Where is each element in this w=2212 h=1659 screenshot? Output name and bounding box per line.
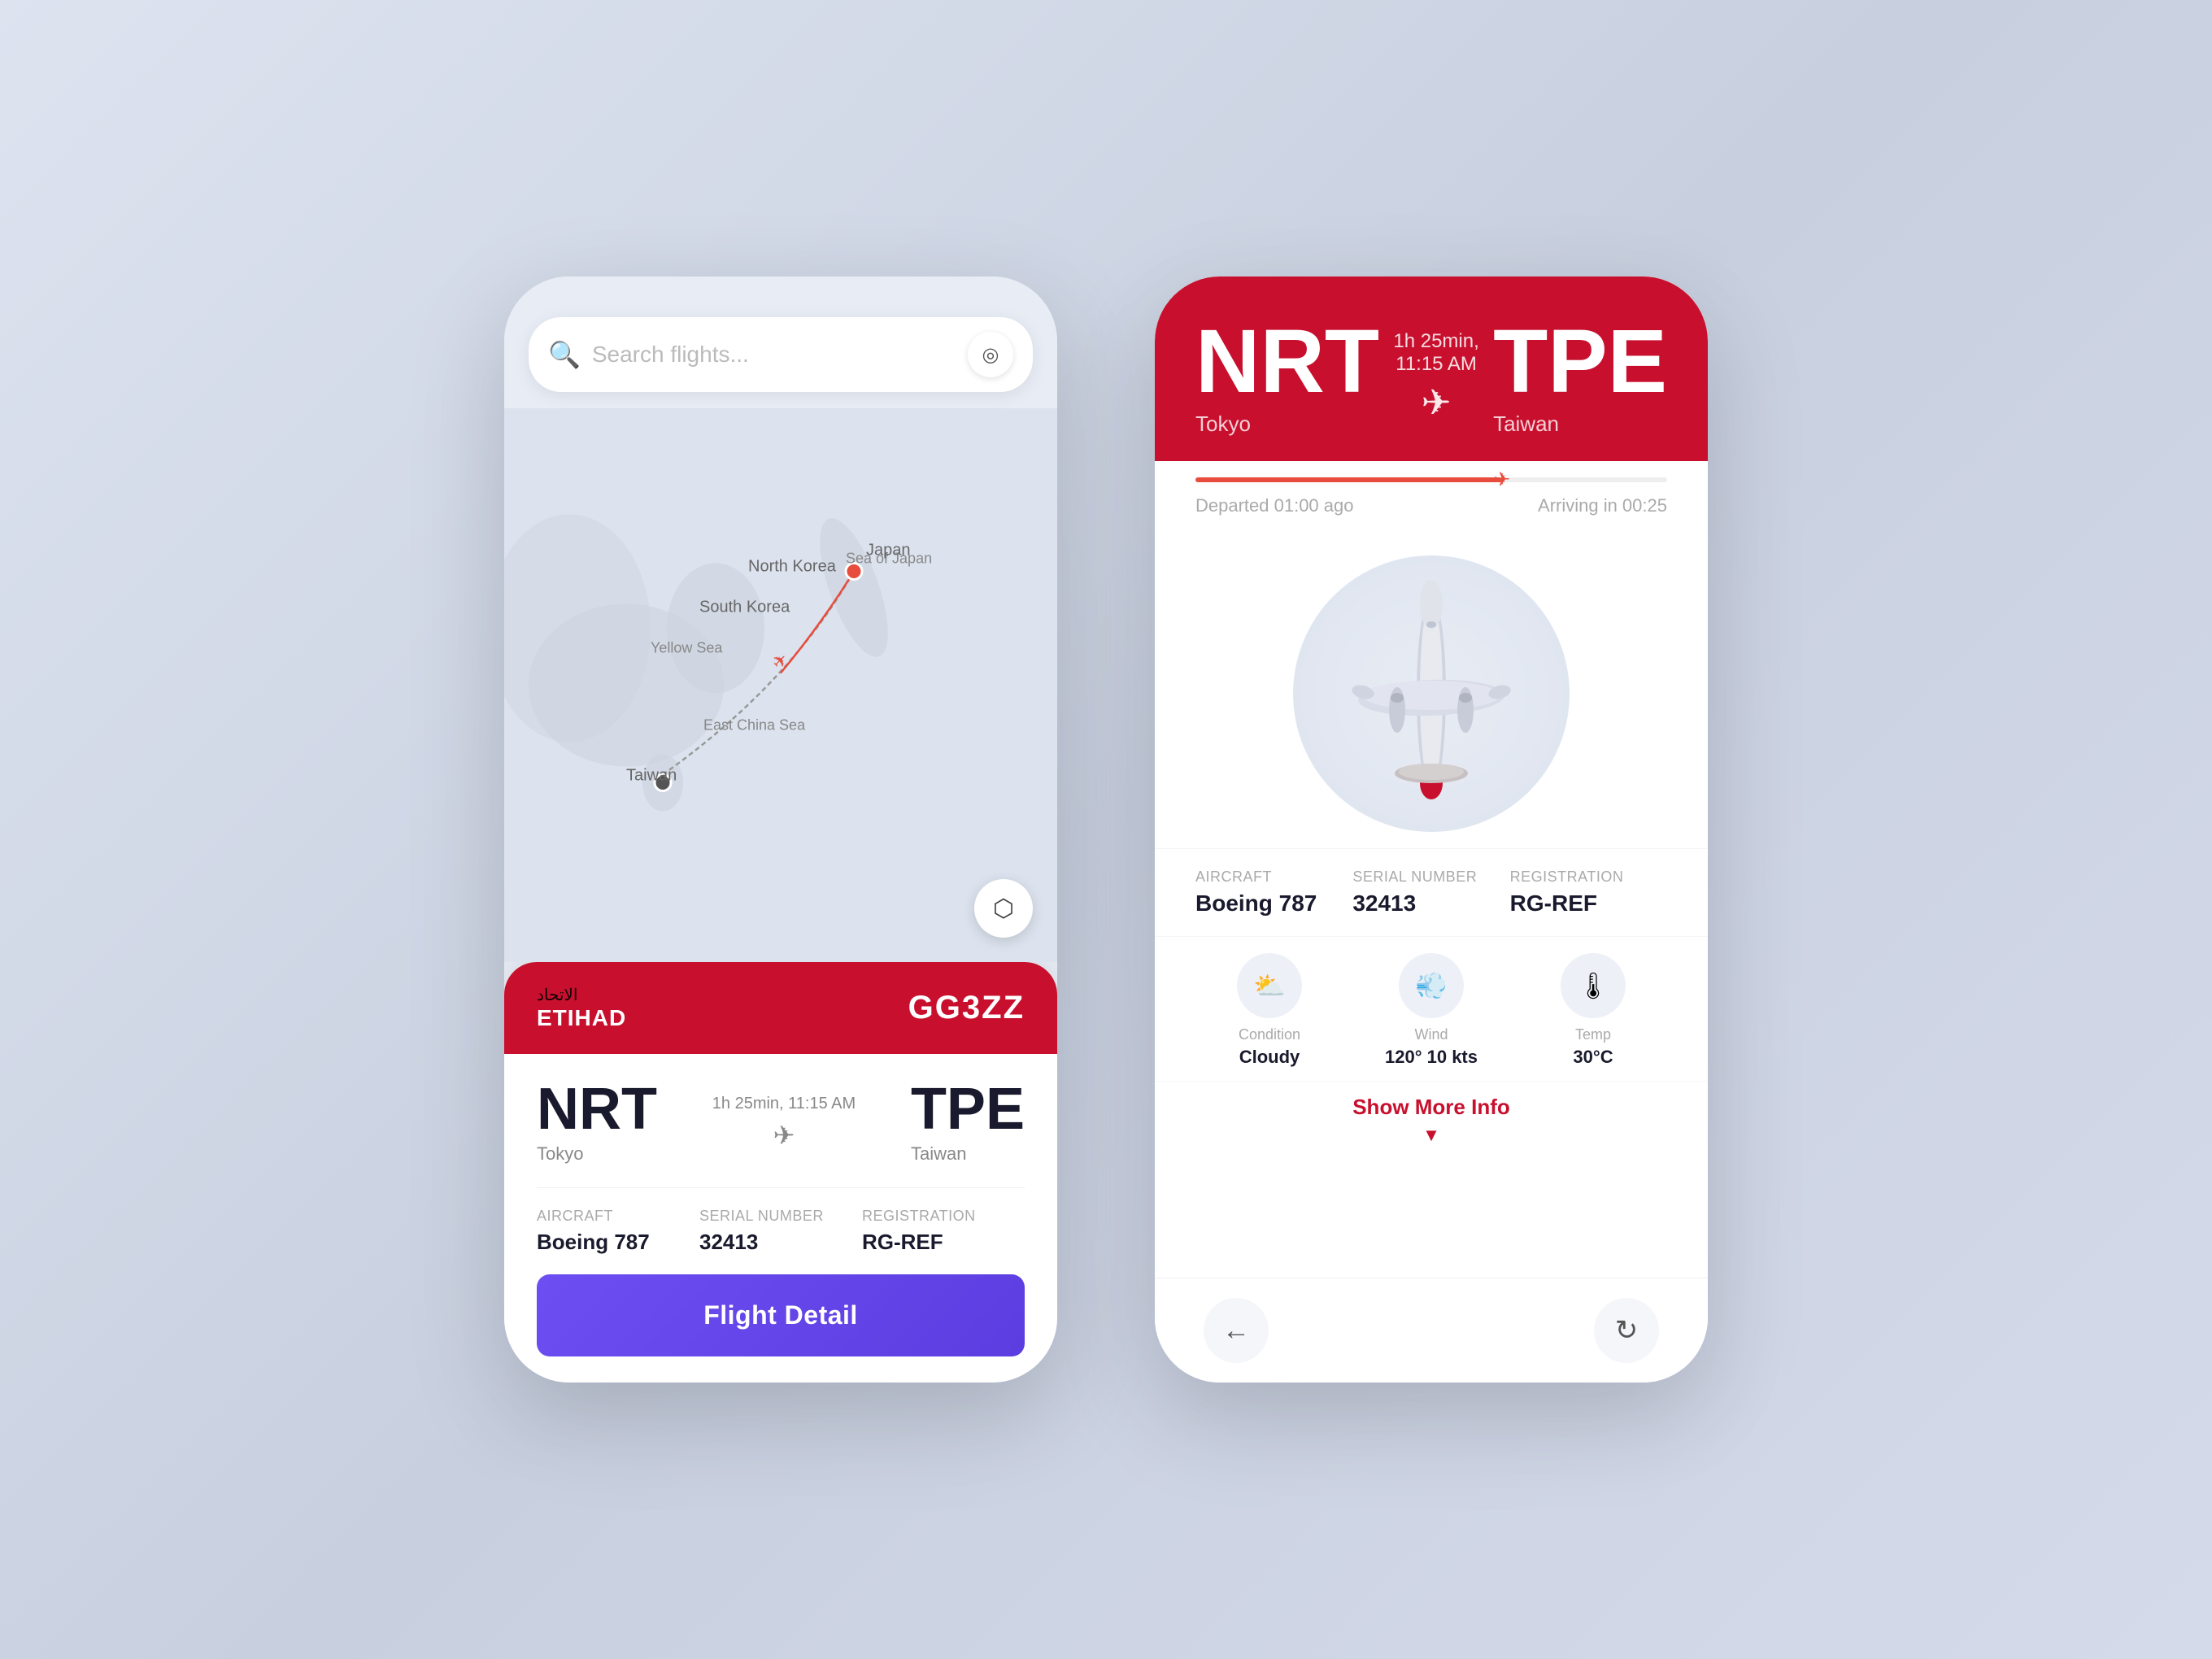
forward-button[interactable]: ↻ bbox=[1594, 1298, 1659, 1363]
aircraft-value: Boeing 787 bbox=[537, 1230, 699, 1255]
weather-section: ⛅ Condition Cloudy 💨 Wind 120° 10 kts 🌡 … bbox=[1155, 936, 1708, 1081]
svg-text:North Korea: North Korea bbox=[748, 558, 837, 576]
stat-serial-value: 32413 bbox=[1352, 890, 1509, 917]
svg-text:East China Sea: East China Sea bbox=[703, 717, 806, 734]
origin-code: NRT bbox=[537, 1080, 657, 1139]
stat-reg-value: RG-REF bbox=[1510, 890, 1667, 917]
condition-icon: ⛅ bbox=[1237, 953, 1302, 1018]
aircraft-circle bbox=[1293, 555, 1570, 832]
wind-icon: 💨 bbox=[1399, 953, 1464, 1018]
layers-button[interactable]: ⬡ bbox=[974, 879, 1033, 938]
flight-detail-button[interactable]: Flight Detail bbox=[537, 1274, 1025, 1356]
svg-text:Taiwan: Taiwan bbox=[626, 767, 677, 785]
flight-card: الاتحاد ETIHAD GG3ZZ NRT Tokyo 1h 25min,… bbox=[504, 962, 1057, 1382]
detail-dest: TPE Taiwan bbox=[1493, 317, 1667, 437]
aircraft-info: AIRCRAFT Boeing 787 SERIAL NUMBER 32413 … bbox=[537, 1187, 1025, 1255]
weather-temp: 🌡 Temp 30°C bbox=[1561, 953, 1626, 1068]
stat-serial-label: SERIAL NUMBER bbox=[1352, 869, 1509, 886]
plane-topdown-svg bbox=[1350, 572, 1513, 816]
detail-origin: NRT Tokyo bbox=[1195, 317, 1379, 437]
progress-labels: Departed 01:00 ago Arriving in 00:25 bbox=[1195, 495, 1667, 516]
progress-bar: ✈ bbox=[1195, 477, 1667, 482]
temp-icon: 🌡 bbox=[1561, 953, 1626, 1018]
aircraft-visual bbox=[1155, 539, 1708, 848]
stat-aircraft: AIRCRAFT Boeing 787 bbox=[1195, 869, 1352, 917]
forward-icon: ↻ bbox=[1615, 1314, 1639, 1347]
aircraft-col: AIRCRAFT Boeing 787 bbox=[537, 1208, 699, 1255]
card-body: NRT Tokyo 1h 25min, 11:15 AM ✈ TPE Taiwa… bbox=[504, 1054, 1057, 1382]
stat-serial: SERIAL NUMBER 32413 bbox=[1352, 869, 1509, 917]
detail-dest-code: TPE bbox=[1493, 317, 1667, 407]
flight-number: GG3ZZ bbox=[908, 990, 1025, 1026]
serial-label: SERIAL NUMBER bbox=[699, 1208, 862, 1225]
stat-reg: REGISTRATION RG-REF bbox=[1510, 869, 1667, 917]
serial-value: 32413 bbox=[699, 1230, 862, 1255]
arriving-label: Arriving in 00:25 bbox=[1538, 495, 1667, 516]
map-area: ✈ North Korea South Korea Yellow Sea Sea… bbox=[504, 408, 1057, 962]
card-header: الاتحاد ETIHAD GG3ZZ bbox=[504, 962, 1057, 1054]
reg-value: RG-REF bbox=[862, 1230, 1025, 1255]
reg-col: REGISTRATION RG-REF bbox=[862, 1208, 1025, 1255]
detail-dest-city: Taiwan bbox=[1493, 411, 1667, 437]
wind-value: 120° 10 kts bbox=[1385, 1047, 1478, 1068]
detail-plane-icon: ✈ bbox=[1379, 382, 1493, 424]
origin: NRT Tokyo bbox=[537, 1080, 657, 1165]
flight-duration: 1h 25min, 11:15 AM bbox=[712, 1095, 856, 1113]
reg-label: REGISTRATION bbox=[862, 1208, 1025, 1225]
dest-city: Taiwan bbox=[911, 1143, 1025, 1165]
stat-aircraft-label: AIRCRAFT bbox=[1195, 869, 1352, 886]
search-input[interactable]: Search flights... bbox=[592, 342, 956, 368]
back-button[interactable]: ← bbox=[1204, 1298, 1269, 1363]
detail-route: NRT Tokyo 1h 25min, 11:15 AM ✈ TPE Taiwa… bbox=[1195, 317, 1667, 437]
aircraft-stats: AIRCRAFT Boeing 787 SERIAL NUMBER 32413 … bbox=[1155, 848, 1708, 936]
weather-condition: ⛅ Condition Cloudy bbox=[1237, 953, 1302, 1068]
wind-label: Wind bbox=[1385, 1026, 1478, 1043]
temp-label: Temp bbox=[1561, 1026, 1626, 1043]
show-more-section: Show More Info ▼ bbox=[1155, 1081, 1708, 1165]
svg-text:Yellow Sea: Yellow Sea bbox=[651, 640, 723, 656]
origin-city: Tokyo bbox=[537, 1143, 657, 1165]
destination: TPE Taiwan bbox=[911, 1080, 1025, 1165]
search-bar[interactable]: 🔍 Search flights... ◎ bbox=[529, 317, 1033, 392]
detail-header: NRT Tokyo 1h 25min, 11:15 AM ✈ TPE Taiwa… bbox=[1155, 276, 1708, 461]
temp-value: 30°C bbox=[1561, 1047, 1626, 1068]
detail-nav: ← ↻ bbox=[1155, 1278, 1708, 1382]
svg-text:✈: ✈ bbox=[768, 648, 793, 673]
phone-detail: NRT Tokyo 1h 25min, 11:15 AM ✈ TPE Taiwa… bbox=[1155, 276, 1708, 1382]
layers-icon: ⬡ bbox=[993, 895, 1014, 923]
search-icon: 🔍 bbox=[548, 339, 581, 370]
progress-section: ✈ Departed 01:00 ago Arriving in 00:25 bbox=[1155, 461, 1708, 539]
map-svg: ✈ North Korea South Korea Yellow Sea Sea… bbox=[504, 408, 1057, 962]
detail-origin-city: Tokyo bbox=[1195, 411, 1379, 437]
progress-plane: ✈ bbox=[1494, 468, 1510, 492]
weather-wind: 💨 Wind 120° 10 kts bbox=[1385, 953, 1478, 1068]
condition-label: Condition bbox=[1237, 1026, 1302, 1043]
departed-label: Departed 01:00 ago bbox=[1195, 495, 1354, 516]
svg-text:South Korea: South Korea bbox=[699, 599, 790, 616]
show-more-arrow-icon: ▼ bbox=[1195, 1125, 1667, 1146]
progress-fill bbox=[1195, 477, 1502, 482]
detail-duration: 1h 25min, 11:15 AM bbox=[1379, 330, 1493, 376]
route-info: NRT Tokyo 1h 25min, 11:15 AM ✈ TPE Taiwa… bbox=[537, 1080, 1025, 1165]
stat-aircraft-value: Boeing 787 bbox=[1195, 890, 1352, 917]
etihad-logo: الاتحاد ETIHAD bbox=[537, 985, 626, 1031]
serial-col: SERIAL NUMBER 32413 bbox=[699, 1208, 862, 1255]
dest-code: TPE bbox=[911, 1080, 1025, 1139]
detail-flight-mid: 1h 25min, 11:15 AM ✈ bbox=[1379, 330, 1493, 424]
condition-value: Cloudy bbox=[1237, 1047, 1302, 1068]
detail-body: ✈ Departed 01:00 ago Arriving in 00:25 bbox=[1155, 461, 1708, 1382]
location-button[interactable]: ◎ bbox=[968, 332, 1013, 377]
flight-middle: 1h 25min, 11:15 AM ✈ bbox=[712, 1095, 856, 1151]
show-more-button[interactable]: Show More Info bbox=[1195, 1095, 1667, 1120]
stat-reg-label: REGISTRATION bbox=[1510, 869, 1667, 886]
aircraft-label: AIRCRAFT bbox=[537, 1208, 699, 1225]
plane-icon: ✈ bbox=[712, 1120, 856, 1151]
svg-text:Japan: Japan bbox=[866, 542, 911, 560]
detail-origin-code: NRT bbox=[1195, 317, 1379, 407]
back-icon: ← bbox=[1222, 1315, 1250, 1347]
phone-map: 🔍 Search flights... ◎ bbox=[504, 276, 1057, 1382]
